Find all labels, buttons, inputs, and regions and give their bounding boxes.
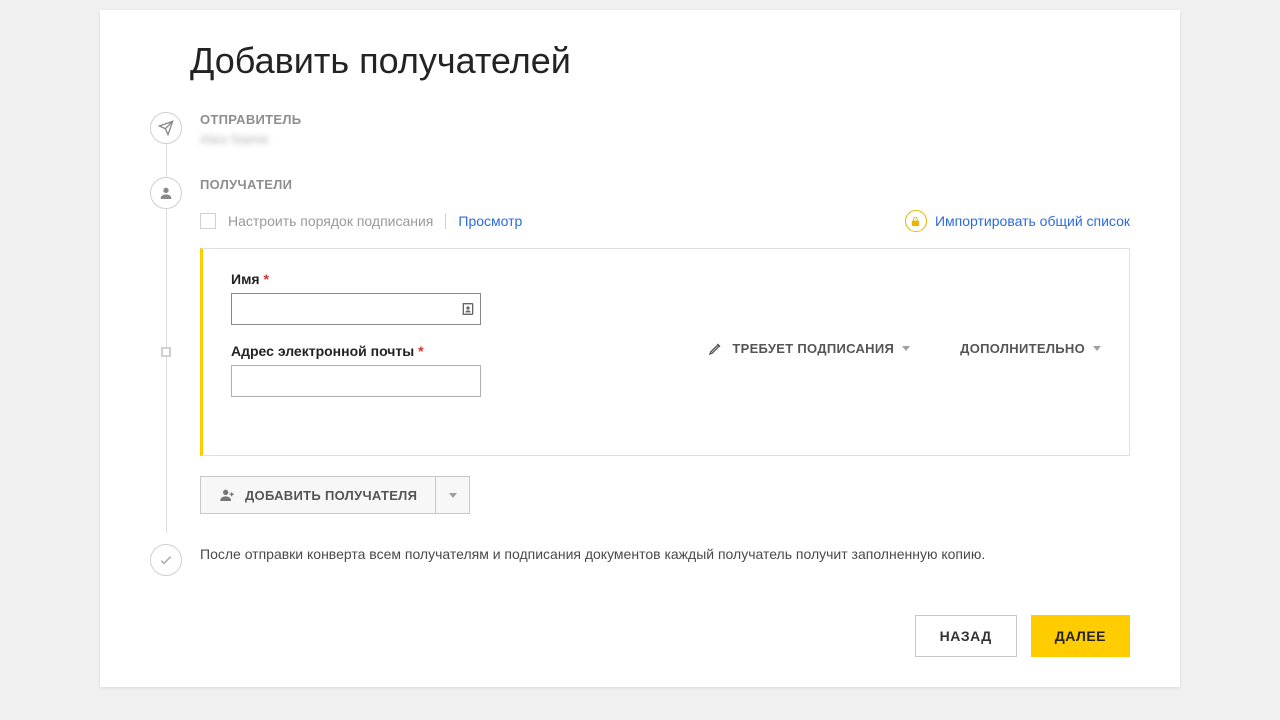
sender-step: ОТПРАВИТЕЛЬ Alex Name [150, 112, 1130, 147]
add-recipient-button[interactable]: ДОБАВИТЬ ПОЛУЧАТЕЛЯ [200, 476, 436, 514]
steps-timeline: ОТПРАВИТЕЛЬ Alex Name ПОЛУЧАТЕЛИ Настрои… [150, 112, 1130, 565]
page-title: Добавить получателей [190, 40, 1130, 82]
chevron-down-icon [449, 493, 457, 498]
chevron-down-icon [902, 346, 910, 351]
sender-name: Alex Name [200, 131, 1130, 147]
set-signing-order-checkbox[interactable] [200, 213, 216, 229]
completion-text: После отправки конверта всем получателям… [200, 544, 1130, 565]
separator [445, 213, 446, 229]
address-book-icon[interactable] [456, 301, 480, 317]
add-recipients-panel: Добавить получателей ОТПРАВИТЕЛЬ Alex Na… [100, 10, 1180, 687]
paper-plane-icon [150, 112, 182, 144]
import-bulk-link[interactable]: Импортировать общий список [935, 213, 1130, 229]
name-input[interactable] [232, 294, 456, 324]
footer-actions: НАЗАД ДАЛЕЕ [150, 615, 1130, 657]
completion-step: После отправки конверта всем получателям… [150, 544, 1130, 565]
drag-anchor[interactable] [161, 347, 171, 357]
recipient-card: Имя * Адрес эл [200, 248, 1130, 456]
next-button[interactable]: ДАЛЕЕ [1031, 615, 1130, 657]
email-input[interactable] [231, 365, 481, 397]
recipients-label: ПОЛУЧАТЕЛИ [200, 177, 1130, 192]
import-bulk-row[interactable]: Импортировать общий список [905, 210, 1130, 232]
recipients-options-row: Настроить порядок подписания Просмотр Им… [200, 210, 1130, 232]
back-button[interactable]: НАЗАД [915, 615, 1017, 657]
more-options-dropdown[interactable]: ДОПОЛНИТЕЛЬНО [960, 281, 1101, 415]
lock-icon [905, 210, 927, 232]
name-input-wrapper [231, 293, 481, 325]
name-field-label: Имя * [231, 271, 491, 287]
preview-link[interactable]: Просмотр [458, 213, 522, 229]
person-icon [150, 177, 182, 209]
add-person-icon [219, 487, 235, 503]
check-icon [150, 544, 182, 576]
sender-label: ОТПРАВИТЕЛЬ [200, 112, 1130, 127]
email-field-label: Адрес электронной почты * [231, 343, 491, 359]
chevron-down-icon [1093, 346, 1101, 351]
recipients-step: ПОЛУЧАТЕЛИ Настроить порядок подписания … [150, 177, 1130, 514]
add-recipient-dropdown[interactable] [436, 476, 470, 514]
pen-icon [708, 340, 724, 356]
needs-to-sign-dropdown[interactable]: ТРЕБУЕТ ПОДПИСАНИЯ [708, 281, 910, 415]
set-signing-order-label: Настроить порядок подписания [228, 213, 433, 229]
